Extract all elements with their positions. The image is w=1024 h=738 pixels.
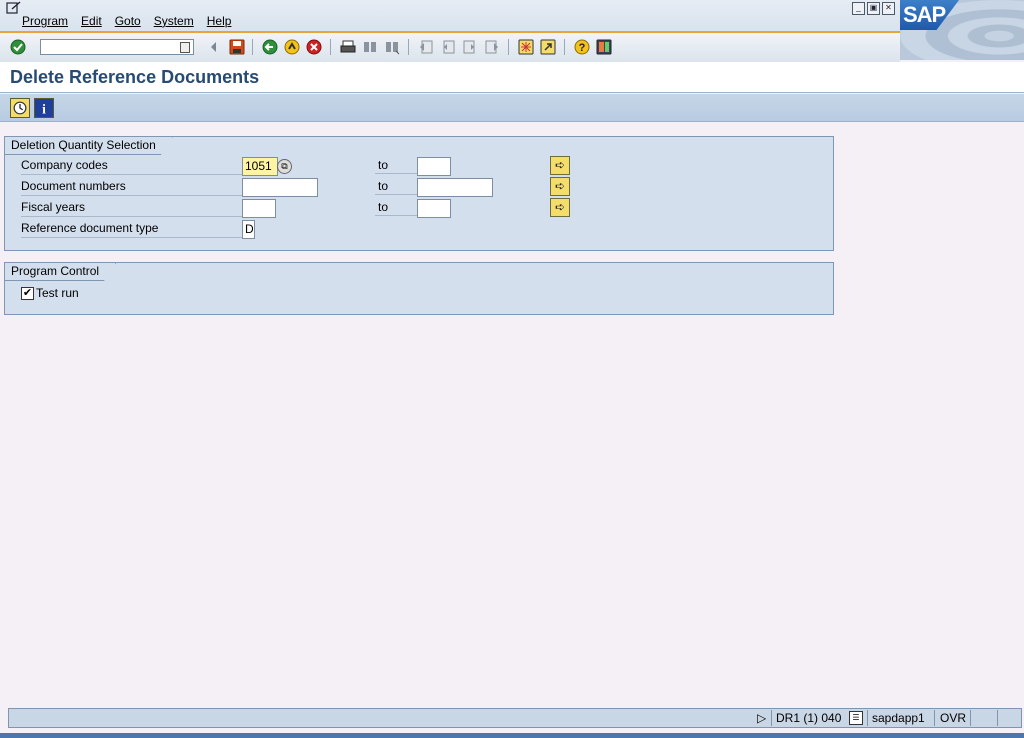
back-arrow-icon[interactable]	[206, 39, 222, 55]
deletion-quantity-selection-group: Deletion Quantity Selection Company code…	[4, 136, 834, 251]
status-system-info: DR1 (1) 040	[776, 711, 842, 725]
create-session-icon[interactable]	[518, 39, 534, 55]
fiscal-years-to-label: to	[375, 199, 417, 216]
exit-icon[interactable]	[284, 39, 300, 55]
last-page-icon[interactable]	[484, 39, 500, 55]
status-expand-icon[interactable]: ▷	[757, 711, 766, 725]
menu-edit[interactable]: Edit	[81, 14, 102, 28]
document-numbers-more-button[interactable]: ➪	[550, 177, 570, 196]
test-run-checkbox[interactable]: ✔	[21, 287, 34, 300]
previous-page-icon[interactable]	[440, 39, 456, 55]
find-next-icon[interactable]	[384, 39, 400, 55]
sap-logo-area: SAP	[900, 0, 1024, 60]
window-controls: _ ▣ ✕	[852, 2, 895, 15]
find-icon[interactable]	[362, 39, 378, 55]
menu-program[interactable]: Program	[22, 14, 68, 28]
svg-text:i: i	[42, 101, 46, 116]
company-codes-from-input[interactable]: 1051	[242, 157, 278, 176]
menu-list: Program Edit Goto System Help	[22, 14, 244, 28]
maximize-icon[interactable]: ▣	[867, 2, 880, 15]
standard-toolbar: ?	[0, 31, 900, 62]
first-page-icon[interactable]	[418, 39, 434, 55]
group-title-program-control: Program Control	[5, 263, 116, 281]
group-title-selection: Deletion Quantity Selection	[5, 137, 173, 155]
svg-text:?: ?	[579, 42, 586, 54]
menu-bar: Program Edit Goto System Help _ ▣ ✕	[0, 0, 1024, 31]
print-icon[interactable]	[340, 39, 356, 55]
command-field[interactable]	[40, 39, 194, 55]
save-icon[interactable]	[229, 39, 245, 55]
sap-logo: SAP	[900, 0, 959, 30]
enter-icon[interactable]	[10, 39, 26, 55]
fiscal-years-to-input[interactable]	[417, 199, 451, 218]
multiple-selection-icon[interactable]: ⧉	[277, 159, 292, 174]
arrow-right-icon: ➪	[554, 200, 566, 214]
document-numbers-to-input[interactable]	[417, 178, 493, 197]
menu-system[interactable]: System	[154, 14, 194, 28]
document-numbers-from-input[interactable]	[242, 178, 318, 197]
company-codes-more-button[interactable]: ➪	[550, 156, 570, 175]
system-menu-icon[interactable]	[6, 1, 22, 15]
execute-icon[interactable]	[10, 98, 30, 118]
test-run-label: Test run	[36, 286, 79, 300]
info-icon[interactable]: i	[34, 98, 54, 118]
document-numbers-to-label: to	[375, 178, 417, 195]
reference-document-type-label: Reference document type	[21, 220, 247, 238]
company-codes-label: Company codes	[21, 157, 247, 175]
status-mode: OVR	[940, 711, 967, 725]
close-icon[interactable]: ✕	[882, 2, 895, 15]
arrow-right-icon: ➪	[554, 158, 566, 172]
layout-menu-icon[interactable]	[596, 39, 612, 55]
cancel-icon[interactable]	[306, 39, 322, 55]
fiscal-years-more-button[interactable]: ➪	[550, 198, 570, 217]
menu-help[interactable]: Help	[207, 14, 232, 28]
fiscal-years-from-input[interactable]	[242, 199, 276, 218]
arrow-right-icon: ➪	[554, 179, 566, 193]
help-icon[interactable]: ?	[574, 39, 590, 55]
reference-document-type-input[interactable]: D	[242, 220, 255, 239]
program-control-group: Program Control ✔ Test run	[4, 262, 834, 315]
system-info-menu-icon[interactable]: ☰	[849, 711, 863, 725]
menu-goto[interactable]: Goto	[115, 14, 141, 28]
command-history-icon[interactable]	[180, 42, 190, 53]
fiscal-years-label: Fiscal years	[21, 199, 247, 217]
status-bar: ▷ DR1 (1) 040 ☰ sapdapp1 OVR	[8, 708, 1022, 728]
company-codes-to-input[interactable]	[417, 157, 451, 176]
shortcut-icon[interactable]	[540, 39, 556, 55]
company-codes-to-label: to	[375, 157, 417, 174]
status-server: sapdapp1	[872, 711, 925, 725]
document-numbers-label: Document numbers	[21, 178, 247, 196]
application-toolbar: i	[0, 94, 1024, 122]
page-title: Delete Reference Documents	[10, 67, 260, 87]
bottom-border	[0, 733, 1024, 738]
title-bar: Delete Reference Documents	[0, 62, 1024, 93]
next-page-icon[interactable]	[462, 39, 478, 55]
minimize-icon[interactable]: _	[852, 2, 865, 15]
back-icon[interactable]	[262, 39, 278, 55]
